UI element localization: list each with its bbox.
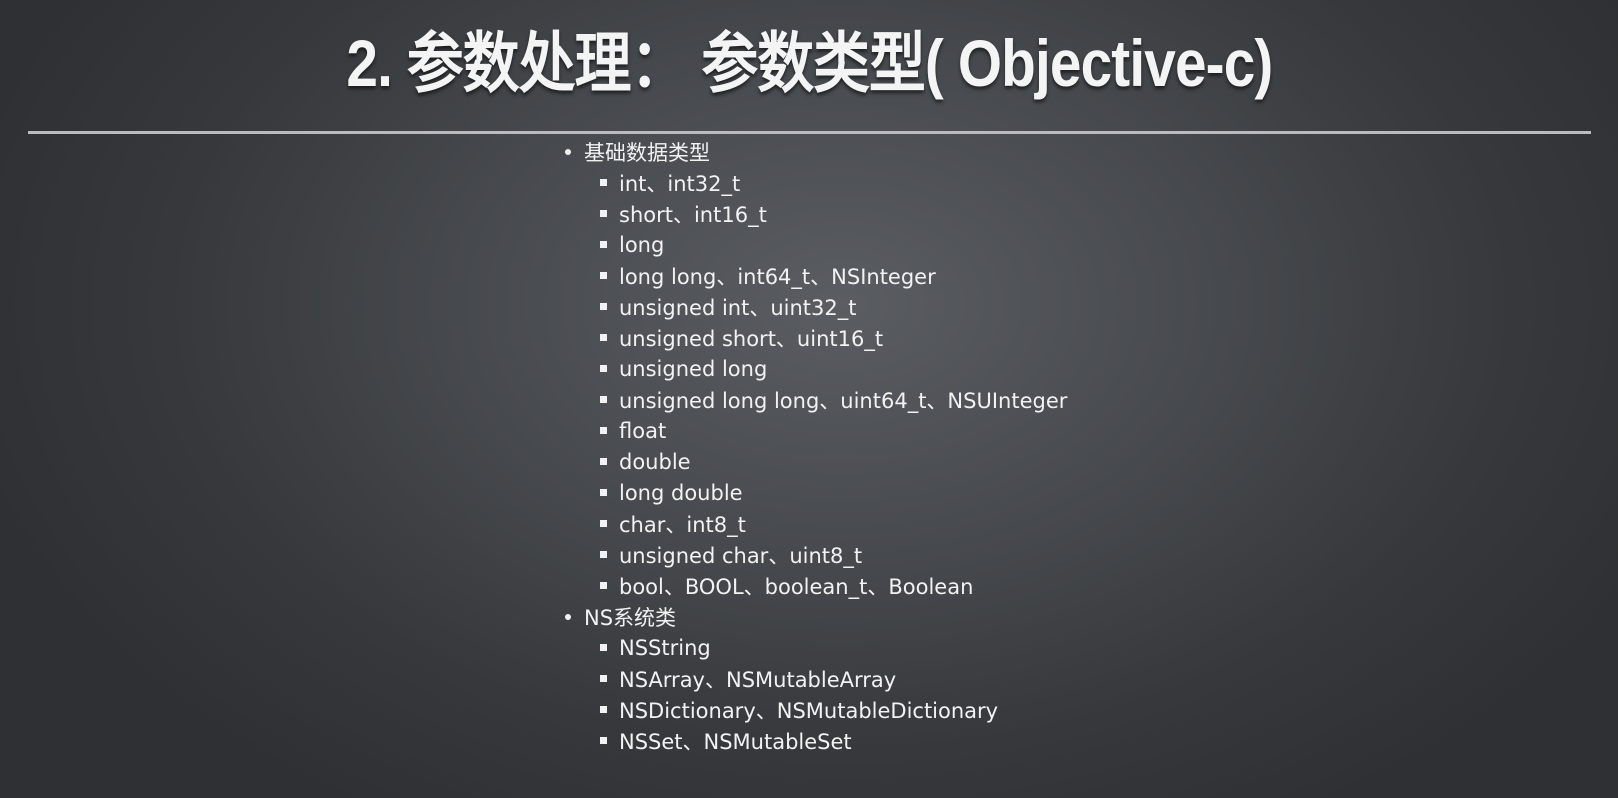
section-basic-types: 基础数据类型 int、int32_t short、int16_t long lo… bbox=[562, 136, 1562, 601]
sub-list: int、int32_t short、int16_t long long long… bbox=[562, 167, 1562, 601]
bullet-square-icon bbox=[600, 210, 607, 217]
list-item-text: long bbox=[619, 232, 665, 257]
list-item-text: unsigned short、uint16_t bbox=[619, 326, 884, 351]
bullet-square-icon bbox=[600, 737, 607, 744]
list-item-text: char、int8_t bbox=[619, 512, 746, 537]
sub-list: NSString NSArray、NSMutableArray NSDictio… bbox=[562, 632, 1562, 756]
list-item-text: NSString bbox=[619, 635, 711, 660]
list-item: int、int32_t bbox=[562, 167, 1562, 198]
list-item: NSArray、NSMutableArray bbox=[562, 663, 1562, 694]
list-item-text: long double bbox=[619, 480, 743, 505]
list-item: char、int8_t bbox=[562, 508, 1562, 539]
list-item: double bbox=[562, 446, 1562, 477]
list-item: NSSet、NSMutableSet bbox=[562, 725, 1562, 756]
slide-title-text: 2. 参数处理： 参数类型( Objective-c) bbox=[345, 26, 1273, 100]
bullet-dot-icon bbox=[565, 613, 571, 620]
list-item: float bbox=[562, 415, 1562, 446]
bullet-square-icon bbox=[600, 179, 607, 186]
section-label: 基础数据类型 bbox=[584, 140, 710, 165]
list-item-text: unsigned long long、uint64_t、NSUInteger bbox=[619, 388, 1068, 413]
bullet-square-icon bbox=[600, 396, 607, 403]
bullet-square-icon bbox=[600, 241, 607, 248]
list-item: unsigned long long、uint64_t、NSUInteger bbox=[562, 384, 1562, 415]
list-item-text: unsigned int、uint32_t bbox=[619, 295, 857, 320]
bullet-square-icon bbox=[600, 458, 607, 465]
list-item-text: bool、BOOL、boolean_t、Boolean bbox=[619, 574, 974, 599]
list-item: bool、BOOL、boolean_t、Boolean bbox=[562, 570, 1562, 601]
list-item: long bbox=[562, 229, 1562, 260]
section-heading: NS系统类 bbox=[562, 601, 1562, 632]
list-item: short、int16_t bbox=[562, 198, 1562, 229]
list-item-text: float bbox=[619, 418, 667, 443]
section-label: NS系统类 bbox=[584, 605, 677, 630]
list-item-text: NSSet、NSMutableSet bbox=[619, 729, 852, 754]
bullet-square-icon bbox=[600, 272, 607, 279]
list-item-text: unsigned char、uint8_t bbox=[619, 543, 863, 568]
list-item-text: short、int16_t bbox=[619, 202, 767, 227]
title-divider bbox=[28, 131, 1591, 134]
bullet-square-icon bbox=[600, 520, 607, 527]
slide-title: 2. 参数处理： 参数类型( Objective-c) bbox=[0, 18, 1618, 108]
bullet-list: 基础数据类型 int、int32_t short、int16_t long lo… bbox=[562, 136, 1562, 756]
list-item-text: double bbox=[619, 449, 691, 474]
list-item: unsigned short、uint16_t bbox=[562, 322, 1562, 353]
list-item: unsigned long bbox=[562, 353, 1562, 384]
list-item: unsigned char、uint8_t bbox=[562, 539, 1562, 570]
list-item-text: long long、int64_t、NSInteger bbox=[619, 264, 936, 289]
bullet-square-icon bbox=[600, 582, 607, 589]
bullet-square-icon bbox=[600, 489, 607, 496]
list-item: NSDictionary、NSMutableDictionary bbox=[562, 694, 1562, 725]
bullet-square-icon bbox=[600, 644, 607, 651]
list-item: long long、int64_t、NSInteger bbox=[562, 260, 1562, 291]
bullet-square-icon bbox=[600, 365, 607, 372]
list-item: long double bbox=[562, 477, 1562, 508]
list-item-text: NSArray、NSMutableArray bbox=[619, 667, 897, 692]
list-item-text: unsigned long bbox=[619, 356, 768, 381]
list-item: NSString bbox=[562, 632, 1562, 663]
section-ns-classes: NS系统类 NSString NSArray、NSMutableArray NS… bbox=[562, 601, 1562, 756]
bullet-dot-icon bbox=[565, 148, 571, 155]
list-item-text: NSDictionary、NSMutableDictionary bbox=[619, 698, 999, 723]
bullet-square-icon bbox=[600, 334, 607, 341]
bullet-square-icon bbox=[600, 675, 607, 682]
section-heading: 基础数据类型 bbox=[562, 136, 1562, 167]
bullet-square-icon bbox=[600, 706, 607, 713]
list-item: unsigned int、uint32_t bbox=[562, 291, 1562, 322]
bullet-square-icon bbox=[600, 303, 607, 310]
bullet-square-icon bbox=[600, 427, 607, 434]
bullet-square-icon bbox=[600, 551, 607, 558]
slide: 2. 参数处理： 参数类型( Objective-c) 基础数据类型 int、i… bbox=[0, 0, 1618, 798]
list-item-text: int、int32_t bbox=[619, 171, 741, 196]
